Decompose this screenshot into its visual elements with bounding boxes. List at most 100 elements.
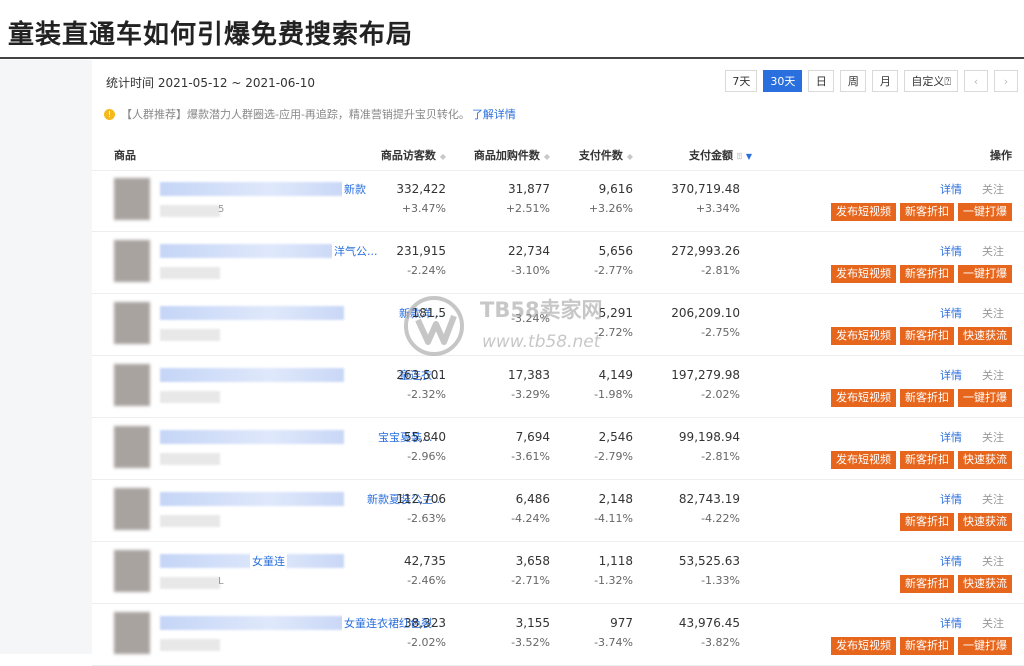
cart-value: 6,486: [515, 492, 550, 506]
col-paid-items[interactable]: 支付件数 ◆: [579, 142, 633, 171]
visitors-value: 332,422: [396, 182, 446, 196]
paid-amount-change: -3.82%: [701, 636, 740, 649]
action-button[interactable]: 发布短视频: [831, 203, 896, 221]
paid-items-cell: 977 -3.74%: [594, 616, 633, 650]
product-name[interactable]: 洋气公...: [332, 243, 380, 259]
action-button[interactable]: 快速获流: [958, 575, 1012, 593]
range-month-button[interactable]: 月: [872, 70, 899, 92]
col-visitors[interactable]: 商品访客数 ◆: [381, 142, 446, 171]
action-button[interactable]: 发布短视频: [831, 637, 896, 655]
follow-link[interactable]: 关注: [982, 491, 1004, 507]
detail-link[interactable]: 详情: [940, 553, 962, 569]
cart-value: 17,383: [508, 368, 550, 382]
action-button[interactable]: 发布短视频: [831, 389, 896, 407]
action-button[interactable]: 新客折扣: [900, 451, 954, 469]
action-button[interactable]: 一键打爆: [958, 203, 1012, 221]
detail-link[interactable]: 详情: [940, 615, 962, 631]
detail-link[interactable]: 详情: [940, 305, 962, 321]
col-paid-amount[interactable]: 支付金额 ⍰ ▼: [689, 142, 752, 171]
range-custom-button[interactable]: 自定义⍰: [904, 70, 958, 92]
detail-link[interactable]: 详情: [940, 491, 962, 507]
learn-more-link[interactable]: 了解详情: [472, 106, 516, 122]
action-button[interactable]: 一键打爆: [958, 637, 1012, 655]
product-name[interactable]: 女童连: [250, 553, 287, 569]
action-button[interactable]: 快速获流: [958, 451, 1012, 469]
chevron-left-icon[interactable]: ‹: [964, 70, 988, 92]
product-thumbnail[interactable]: [114, 612, 150, 654]
action-button[interactable]: 新客折扣: [900, 265, 954, 283]
range-day-button[interactable]: 日: [808, 70, 835, 92]
follow-link[interactable]: 关注: [982, 243, 1004, 259]
follow-link[interactable]: 关注: [982, 305, 1004, 321]
table-row: 女童连衣裙红色裂... 38,323 -2.02% 3,155 -3.52% 977…: [92, 604, 1024, 666]
product-thumbnail[interactable]: [114, 240, 150, 282]
range-30d-button[interactable]: 30天: [763, 70, 803, 92]
paid-amount-cell: 53,525.63 -1.33%: [679, 554, 740, 588]
table-header: 商品 商品访客数 ◆ 商品加购件数 ◆ 支付件数 ◆ 支付金额 ⍰ ▼ 操作: [92, 142, 1024, 171]
paid-amount-value: 43,976.45: [678, 616, 740, 630]
page-title: 童装直通车如何引爆免费搜索布局: [8, 20, 414, 50]
action-button[interactable]: 新客折扣: [900, 637, 954, 655]
follow-link[interactable]: 关注: [982, 615, 1004, 631]
product-thumbnail[interactable]: [114, 488, 150, 530]
action-buttons: 发布短视频 新客折扣 快速获流: [831, 327, 1012, 345]
paid-items-value: 1,118: [598, 554, 633, 568]
range-week-button[interactable]: 周: [840, 70, 867, 92]
paid-amount-cell: 197,279.98 -2.02%: [671, 368, 740, 402]
product-id-blur: [160, 329, 220, 341]
table-row: 新款 5 332,422 +3.47% 31,877 +2.51% 9,616 +3.…: [92, 170, 1024, 232]
action-button[interactable]: 发布短视频: [831, 265, 896, 283]
paid-items-change: -4.11%: [594, 512, 633, 525]
product-id-tail: 5: [218, 204, 225, 215]
detail-link[interactable]: 详情: [940, 181, 962, 197]
paid-amount-cell: 370,719.48 +3.34%: [671, 182, 740, 216]
product-thumbnail[interactable]: [114, 550, 150, 592]
product-id-blur: [160, 453, 220, 465]
cart-change: -3.29%: [511, 388, 550, 401]
product-table-body: 新款 5 332,422 +3.47% 31,877 +2.51% 9,616 +3.…: [92, 170, 1024, 666]
follow-link[interactable]: 关注: [982, 181, 1004, 197]
col-paid-items-label: 支付件数: [578, 149, 623, 162]
cart-change: -3.24%: [511, 312, 550, 325]
action-button[interactable]: 新客折扣: [900, 203, 954, 221]
product-thumbnail[interactable]: [114, 178, 150, 220]
visitors-cell: 112,706 -2.63%: [396, 492, 446, 526]
action-button[interactable]: 新客折扣: [900, 389, 954, 407]
follow-link[interactable]: 关注: [982, 429, 1004, 445]
col-product: 商品: [114, 149, 136, 162]
range-7d-button[interactable]: 7天: [725, 70, 758, 92]
action-button[interactable]: 新客折扣: [900, 327, 954, 345]
product-name[interactable]: 新款: [342, 181, 368, 197]
col-paid-amount-label: 支付金额: [689, 149, 734, 162]
detail-link[interactable]: 详情: [940, 429, 962, 445]
product-id-blur: [160, 205, 220, 217]
detail-link[interactable]: 详情: [940, 367, 962, 383]
action-buttons: 发布短视频 新客折扣 一键打爆: [831, 389, 1012, 407]
action-button[interactable]: 快速获流: [958, 513, 1012, 531]
paid-items-cell: 5,291 -2.72%: [594, 306, 633, 340]
action-button[interactable]: 新客折扣: [900, 575, 954, 593]
cart-cell: -3.24%: [511, 306, 550, 326]
follow-link[interactable]: 关注: [982, 553, 1004, 569]
table-row: 洋气公... 231,915 -2.24% 22,734 -3.10% 5,656 -…: [92, 232, 1024, 294]
table-row: 宝宝夏装... 55,840 -2.96% 7,694 -3.61% 2,546 -2…: [92, 418, 1024, 480]
action-button[interactable]: 一键打爆: [958, 265, 1012, 283]
cart-cell: 22,734 -3.10%: [508, 244, 550, 278]
col-cart[interactable]: 商品加购件数 ◆: [474, 142, 550, 171]
action-button[interactable]: 一键打爆: [958, 389, 1012, 407]
visitors-cell: 55,840 -2.96%: [404, 430, 446, 464]
action-button[interactable]: 发布短视频: [831, 327, 896, 345]
product-thumbnail[interactable]: [114, 426, 150, 468]
follow-link[interactable]: 关注: [982, 367, 1004, 383]
chevron-right-icon[interactable]: ›: [994, 70, 1018, 92]
product-thumbnail[interactable]: [114, 302, 150, 344]
product-thumbnail[interactable]: [114, 364, 150, 406]
paid-amount-change: -2.81%: [701, 450, 740, 463]
action-button[interactable]: 发布短视频: [831, 451, 896, 469]
action-button[interactable]: 快速获流: [958, 327, 1012, 345]
cart-value: 3,155: [515, 616, 550, 630]
detail-link[interactable]: 详情: [940, 243, 962, 259]
action-buttons: 新客折扣 快速获流: [900, 575, 1012, 593]
action-button[interactable]: 新客折扣: [900, 513, 954, 531]
visitors-cell: 181,5: [412, 306, 446, 326]
